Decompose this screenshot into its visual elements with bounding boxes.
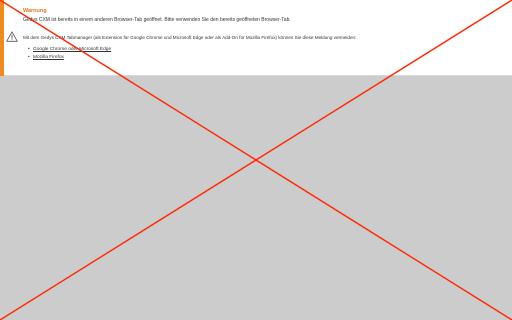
warning-title: Warnung [23,8,47,14]
list-item: • Mozilla Firefox [28,54,111,62]
bullet: • [28,47,30,52]
warning-message: Gedys CXM ist bereits in einem anderen B… [23,17,291,23]
warning-accent-bar [0,0,4,76]
page: Warnung Gedys CXM ist bereits in einem a… [0,0,512,320]
warning-triangle-icon [6,31,18,42]
bullet: • [28,55,30,60]
firefox-link[interactable]: Mozilla Firefox [33,55,64,60]
list-item: • Google Chrome oder Microsoft Edge [28,46,111,54]
chrome-edge-link[interactable]: Google Chrome oder Microsoft Edge [33,47,111,52]
extension-link-list: • Google Chrome oder Microsoft Edge • Mo… [28,46,111,62]
tabmanager-info: Mit dem Gedys CXM Tabmanager (als Extens… [23,35,357,40]
warning-banner: Warnung Gedys CXM ist bereits in einem a… [0,0,512,76]
